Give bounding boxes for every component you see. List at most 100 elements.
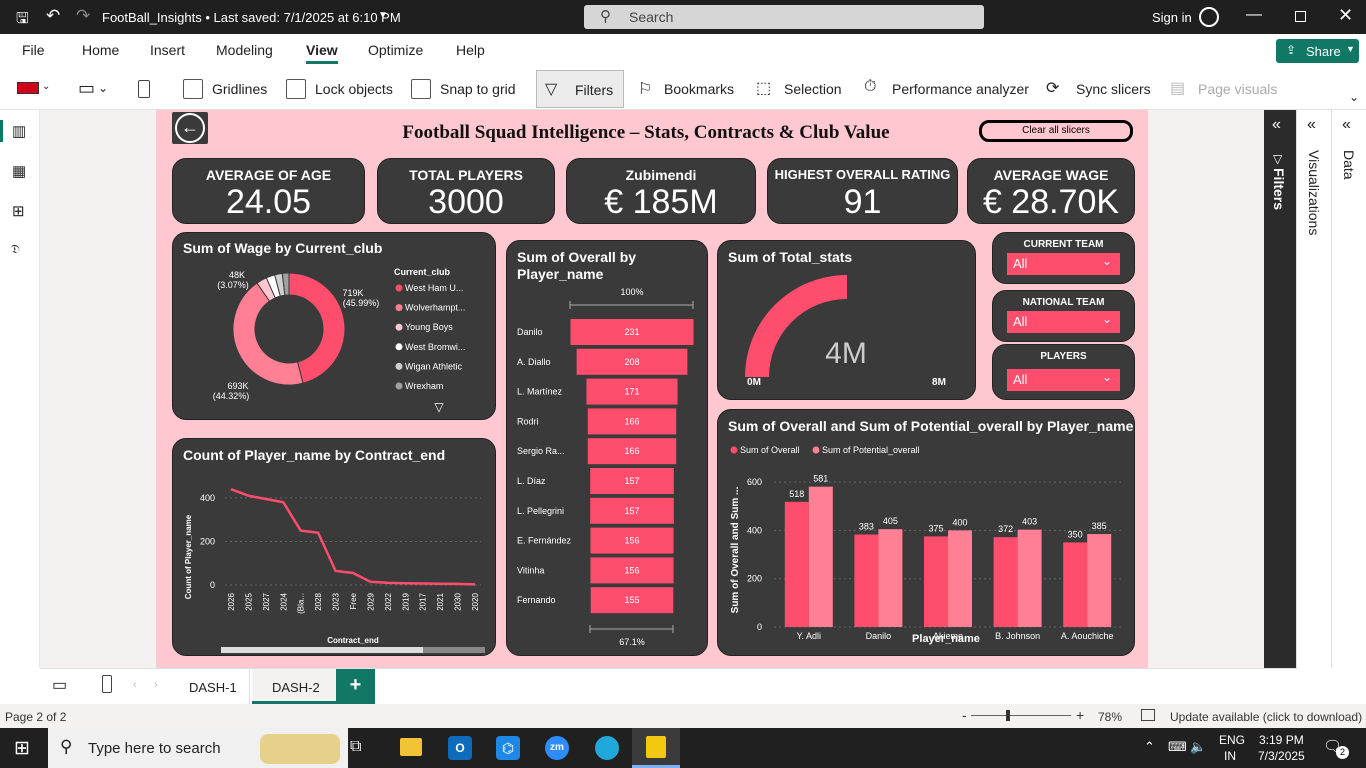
slicer-dropdown[interactable]: All ⌄	[1007, 253, 1120, 275]
chevron-up-icon[interactable]: ⌃	[1144, 739, 1155, 755]
filters-button[interactable]: ▽ Filters	[536, 70, 624, 108]
file-explorer-icon[interactable]	[400, 738, 422, 756]
powerbi-taskbar-button[interactable]	[632, 728, 680, 768]
taskbar-search[interactable]: ⚲ Type here to search	[48, 728, 348, 768]
zoom-app-icon[interactable]: zm	[545, 736, 569, 760]
cluster-bar[interactable]	[808, 486, 833, 627]
chevron-down-icon[interactable]: ⌄	[98, 81, 108, 95]
cluster-bar[interactable]	[878, 529, 903, 627]
slicer-dropdown[interactable]: All ⌄	[1007, 311, 1120, 333]
bookmark-icon[interactable]: ⚐	[638, 79, 652, 99]
menu-modeling[interactable]: Modeling	[216, 42, 273, 58]
menu-home[interactable]: Home	[82, 42, 119, 58]
cluster-bar[interactable]	[1017, 529, 1042, 627]
selection-button[interactable]: Selection	[784, 81, 842, 97]
legend-item[interactable]: Wigan Athletic	[405, 361, 463, 371]
language-primary[interactable]: ENG	[1219, 733, 1245, 747]
sync-icon[interactable]: ⟳	[1046, 78, 1059, 98]
dax-query-icon[interactable]: 𝔇	[11, 242, 20, 257]
clock-time[interactable]: 3:19 PM	[1259, 733, 1304, 747]
share-button[interactable]: ⇪ Share ▼	[1276, 39, 1359, 63]
performance-analyzer-button[interactable]: Performance analyzer	[892, 81, 1029, 97]
cluster-bar[interactable]	[948, 530, 972, 627]
search-box[interactable]: ⚲ Search	[584, 5, 984, 29]
legend-item[interactable]: Young Boys	[405, 322, 453, 332]
cluster-bar[interactable]	[993, 537, 1018, 627]
legend-item[interactable]: Wolverhampt...	[405, 303, 465, 313]
network-icon[interactable]: ⌨	[1168, 739, 1187, 755]
filters-pane-collapsed[interactable]: « ▽ Filters	[1264, 110, 1296, 668]
zoom-slider-track[interactable]	[971, 715, 1071, 716]
expand-icon[interactable]: «	[1307, 116, 1316, 134]
chevron-down-icon[interactable]: ▼	[378, 10, 388, 21]
gridlines-checkbox[interactable]	[183, 79, 203, 99]
maximize-icon[interactable]	[1295, 11, 1306, 22]
cluster-bar[interactable]	[784, 501, 809, 627]
sync-slicers-button[interactable]: Sync slicers	[1076, 81, 1151, 97]
mobile-layout-icon[interactable]	[102, 675, 112, 693]
report-view-icon[interactable]: ▥	[12, 122, 26, 140]
windows-start-icon[interactable]: ⊞	[14, 737, 30, 760]
page-view-icon[interactable]: ▭	[78, 78, 95, 99]
themes-icon[interactable]	[17, 82, 39, 94]
gauge-card[interactable]: Sum of Total_stats 4M 0M 8M	[717, 240, 976, 400]
scroll-left-icon[interactable]: ‹	[133, 679, 137, 691]
vscode-icon[interactable]: ⌬	[496, 736, 520, 760]
legend-scroll-down-icon[interactable]: ▽	[434, 400, 444, 414]
fit-page-icon[interactable]	[1141, 709, 1155, 721]
chevron-down-icon[interactable]: ⌄	[42, 81, 50, 92]
zoom-level[interactable]: 78%	[1098, 710, 1122, 724]
menu-view[interactable]: View	[306, 42, 338, 64]
account-icon[interactable]	[1199, 7, 1219, 27]
minimize-icon[interactable]: —	[1246, 6, 1262, 24]
menu-help[interactable]: Help	[456, 42, 485, 58]
tab-dash-2[interactable]: DASH-2	[252, 669, 336, 704]
desktop-layout-icon[interactable]: ▭	[52, 675, 67, 695]
scrollbar-thumb[interactable]	[221, 647, 423, 653]
legend-item[interactable]: West Bromwi...	[405, 342, 465, 352]
funnel-chart-card[interactable]: Sum of Overall by Player_name 100% 67.1%…	[506, 240, 708, 656]
cluster-bar[interactable]	[854, 534, 879, 627]
zoom-slider-thumb[interactable]	[1006, 710, 1010, 721]
menu-file[interactable]: File	[22, 42, 45, 58]
legend-item[interactable]: Wrexham	[405, 381, 443, 391]
slicer-dropdown[interactable]: All ⌄	[1007, 369, 1120, 391]
model-view-icon[interactable]: ⊞	[12, 202, 25, 220]
cluster-bar[interactable]	[1063, 542, 1088, 627]
bookmarks-button[interactable]: Bookmarks	[664, 81, 734, 97]
outlook-icon[interactable]: O	[448, 736, 472, 760]
selection-icon[interactable]: ⬚	[756, 78, 771, 98]
mobile-layout-icon[interactable]	[138, 80, 150, 98]
legend-item[interactable]: West Ham U...	[405, 283, 463, 293]
cluster-bar[interactable]	[924, 536, 948, 627]
chevron-down-icon[interactable]: ⌄	[1349, 90, 1359, 104]
add-page-button[interactable]: +	[336, 669, 375, 704]
cluster-bar[interactable]	[1087, 534, 1112, 627]
scroll-right-icon[interactable]: ›	[154, 679, 158, 691]
task-view-icon[interactable]: ⧉	[350, 738, 361, 756]
data-pane-collapsed[interactable]: « Data	[1331, 110, 1366, 668]
expand-icon[interactable]: «	[1272, 116, 1281, 134]
snap-grid-checkbox[interactable]	[411, 79, 431, 99]
clustered-chart-card[interactable]: Sum of Overall and Sum of Potential_over…	[717, 409, 1135, 656]
table-view-icon[interactable]: ▦	[12, 162, 26, 180]
close-icon[interactable]: ✕	[1338, 5, 1353, 26]
menu-insert[interactable]: Insert	[150, 42, 185, 58]
zoom-in-icon[interactable]: +	[1076, 707, 1084, 723]
tab-dash-1[interactable]: DASH-1	[170, 669, 250, 704]
performance-icon[interactable]: ⏱	[864, 78, 876, 96]
undo-icon[interactable]: ↶	[46, 6, 60, 26]
expand-icon[interactable]: «	[1342, 116, 1351, 134]
visualizations-pane-collapsed[interactable]: « Visualizations	[1296, 110, 1331, 668]
redo-icon[interactable]: ↷	[76, 6, 90, 26]
lock-objects-checkbox[interactable]	[286, 79, 306, 99]
donut-chart-card[interactable]: Sum of Wage by Current_club 48K (3.07%) …	[172, 232, 496, 420]
back-button[interactable]: ←	[172, 112, 208, 144]
edge-icon[interactable]	[595, 736, 619, 760]
volume-icon[interactable]: 🔈	[1190, 739, 1206, 755]
zoom-out-icon[interactable]: -	[962, 707, 967, 723]
menu-optimize[interactable]: Optimize	[368, 42, 423, 58]
sign-in-link[interactable]: Sign in	[1152, 10, 1192, 25]
update-notice[interactable]: Update available (click to download)	[1170, 710, 1362, 724]
clear-slicers-button[interactable]: Clear all slicers	[979, 120, 1133, 142]
